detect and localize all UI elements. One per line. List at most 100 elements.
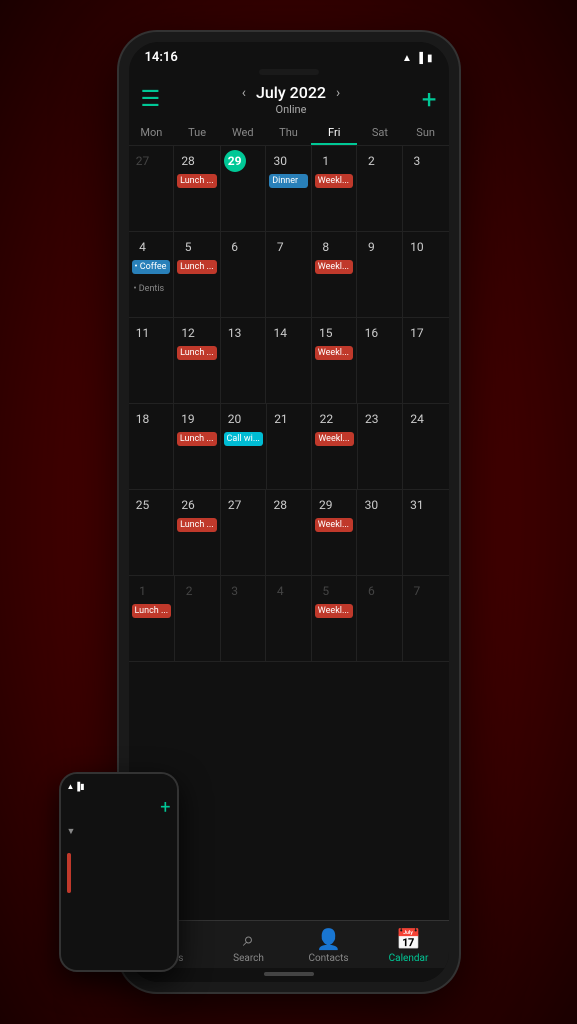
day-cell-29-jun[interactable]: 29 xyxy=(221,146,267,231)
hamburger-icon[interactable]: ☰ xyxy=(141,89,161,111)
day-cell-10-jul[interactable]: 10 xyxy=(403,232,449,317)
event-coffee[interactable]: • Coffee xyxy=(132,260,171,274)
event-lunch[interactable]: Lunch ... xyxy=(177,346,217,360)
event-lunch-19[interactable]: Lunch ... xyxy=(177,432,217,446)
day-number: 30 xyxy=(269,150,291,172)
status-icons xyxy=(402,51,433,64)
small-add-btn[interactable]: + xyxy=(67,797,171,818)
contacts-icon: 👤 xyxy=(316,927,341,951)
day-cell-9-jul[interactable]: 9 xyxy=(357,232,403,317)
event-weekly[interactable]: Weekl... xyxy=(315,432,353,446)
day-header-wed: Wed xyxy=(220,122,266,145)
day-cell-1-aug[interactable]: 1 Lunch ... xyxy=(129,576,176,661)
day-cell-14-jul[interactable]: 14 xyxy=(266,318,312,403)
day-number: 8 xyxy=(315,236,337,258)
day-cell-5-aug[interactable]: 5 Weekl... xyxy=(312,576,358,661)
nav-item-contacts[interactable]: 👤 Contacts xyxy=(289,927,369,964)
event-lunch[interactable]: Lunch ... xyxy=(177,518,217,532)
day-cell-23-jul[interactable]: 23 xyxy=(358,404,403,489)
day-cell-27-jul[interactable]: 27 xyxy=(221,490,267,575)
day-cell-25-jul[interactable]: 25 xyxy=(129,490,175,575)
day-cell-13-jul[interactable]: 13 xyxy=(221,318,267,403)
event-weekly[interactable]: Weekl... xyxy=(315,518,354,532)
event-dentist[interactable]: • Dentis xyxy=(132,283,167,295)
day-cell-1-jul[interactable]: 1 Weekl... xyxy=(312,146,358,231)
day-number: 19 xyxy=(177,408,199,430)
day-cell-3-jul[interactable]: 3 xyxy=(403,146,449,231)
search-icon: ⌕ xyxy=(243,927,254,951)
day-cell-22-jul[interactable]: 22 Weekl... xyxy=(312,404,357,489)
day-number: 5 xyxy=(315,580,337,602)
day-number: 3 xyxy=(406,150,428,172)
day-cell-24-jul[interactable]: 24 xyxy=(403,404,448,489)
day-number: 7 xyxy=(406,580,428,602)
day-number: 15 xyxy=(315,322,337,344)
day-cell-28-jun[interactable]: 28 Lunch ... xyxy=(174,146,221,231)
day-cell-17-jul[interactable]: 17 xyxy=(403,318,449,403)
add-event-button[interactable]: + xyxy=(422,87,437,113)
day-cell-7-aug[interactable]: 7 xyxy=(403,576,449,661)
day-cell-2-jul[interactable]: 2 xyxy=(357,146,403,231)
day-cell-12-jul[interactable]: 12 Lunch ... xyxy=(174,318,221,403)
event-weekly[interactable]: Weekl... xyxy=(315,260,354,274)
nav-item-calendar[interactable]: 📅 Calendar xyxy=(369,927,449,964)
day-cell-15-jul[interactable]: 15 Weekl... xyxy=(312,318,358,403)
event-weekly[interactable]: Weekl... xyxy=(315,346,354,360)
day-cell-3-aug[interactable]: 3 xyxy=(221,576,267,661)
status-bar: 14:16 xyxy=(129,42,449,69)
day-cell-18-jul[interactable]: 18 xyxy=(129,404,174,489)
event-lunch[interactable]: Lunch ... xyxy=(177,260,217,274)
day-number: 28 xyxy=(269,494,291,516)
contacts-label: Contacts xyxy=(308,953,348,964)
day-number: 9 xyxy=(360,236,382,258)
nav-item-search[interactable]: ⌕ Search xyxy=(209,927,289,964)
day-cell-5-jul[interactable]: 5 Lunch ... xyxy=(174,232,221,317)
day-number: 7 xyxy=(269,236,291,258)
event-call[interactable]: Call wi... xyxy=(224,432,263,446)
day-cell-6-aug[interactable]: 6 xyxy=(357,576,403,661)
day-number: 10 xyxy=(406,236,428,258)
small-status-bar: ▲▐▮ xyxy=(67,782,171,791)
month-year-label: July 2022 xyxy=(256,83,326,102)
day-cell-4-aug[interactable]: 4 xyxy=(266,576,312,661)
day-number: 11 xyxy=(132,322,154,344)
week-row-27: 4 • Coffee • Dentis 5 Lunch ... 6 7 xyxy=(129,232,449,318)
day-number: 25 xyxy=(132,494,154,516)
signal-icon xyxy=(416,51,423,64)
day-header-thu: Thu xyxy=(266,122,312,145)
week-row-30: 25 26 Lunch ... 27 28 29 Weekl... xyxy=(129,490,449,576)
day-cell-21-jul[interactable]: 21 xyxy=(267,404,312,489)
day-cell-29-jul[interactable]: 29 Weekl... xyxy=(312,490,358,575)
event-weekly[interactable]: Weekl... xyxy=(315,604,354,618)
day-cell-28-jul[interactable]: 28 xyxy=(266,490,312,575)
day-number: 1 xyxy=(315,150,337,172)
small-dropdown[interactable]: ▼ xyxy=(67,826,171,837)
next-month-button[interactable]: › xyxy=(336,85,340,101)
event-lunch[interactable]: Lunch ... xyxy=(132,604,172,618)
app-header: ☰ ‹ July 2022 › Online + xyxy=(129,77,449,122)
prev-month-button[interactable]: ‹ xyxy=(242,85,246,101)
camera-notch xyxy=(259,69,319,75)
day-cell-6-jul[interactable]: 6 xyxy=(221,232,267,317)
day-cell-20-jul[interactable]: 20 Call wi... xyxy=(221,404,267,489)
day-number: 16 xyxy=(360,322,382,344)
day-cell-11-jul[interactable]: 11 xyxy=(129,318,175,403)
day-cell-4-jul[interactable]: 4 • Coffee • Dentis xyxy=(129,232,175,317)
day-cell-7-jul[interactable]: 7 xyxy=(266,232,312,317)
day-cell-2-aug[interactable]: 2 xyxy=(175,576,221,661)
day-cell-30-jun[interactable]: 30 Dinner xyxy=(266,146,312,231)
day-cell-8-jul[interactable]: 8 Weekl... xyxy=(312,232,358,317)
day-number: 2 xyxy=(360,150,382,172)
day-cell-19-jul[interactable]: 19 Lunch ... xyxy=(174,404,221,489)
day-cell-16-jul[interactable]: 16 xyxy=(357,318,403,403)
day-cell-27-jun[interactable]: 27 xyxy=(129,146,175,231)
day-number: 23 xyxy=(361,408,383,430)
day-cell-26-jul[interactable]: 26 Lunch ... xyxy=(174,490,221,575)
day-cell-30-jul[interactable]: 30 xyxy=(357,490,403,575)
day-number: 2 xyxy=(178,580,200,602)
event-dinner[interactable]: Dinner xyxy=(269,174,308,188)
event-weekly[interactable]: Weekl... xyxy=(315,174,354,188)
day-cell-31-jul[interactable]: 31 xyxy=(403,490,449,575)
day-number: 1 xyxy=(132,580,154,602)
event-lunch[interactable]: Lunch ... xyxy=(177,174,217,188)
